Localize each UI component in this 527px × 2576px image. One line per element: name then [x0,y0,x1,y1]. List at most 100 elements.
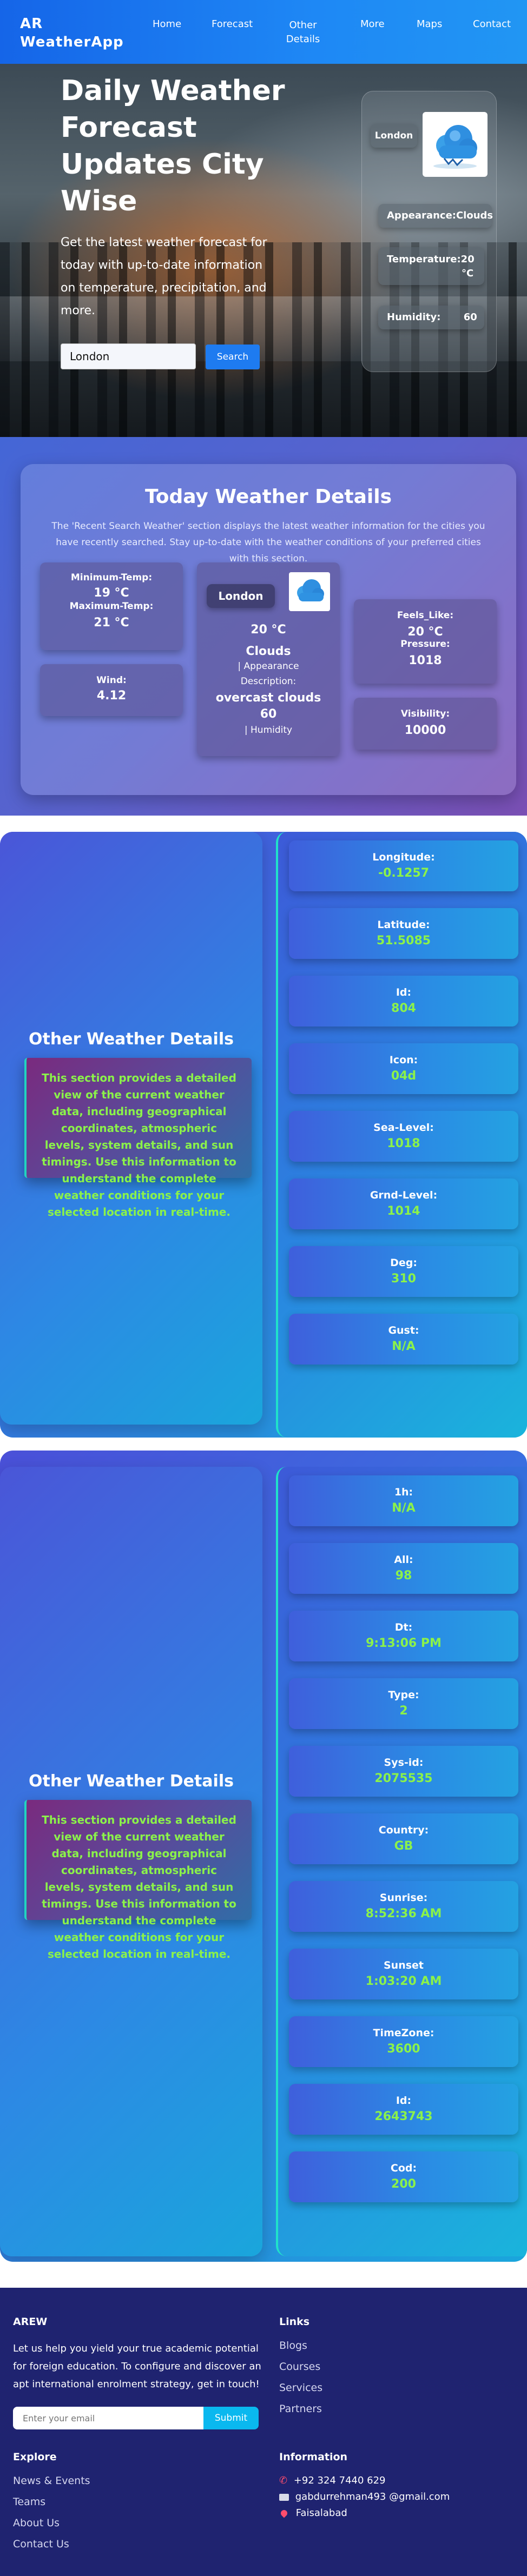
humidity-value: 60 [463,312,477,323]
detail-value: 1014 [387,1204,420,1218]
detail-value: 98 [395,1569,412,1582]
other-details-panel-2: Other Weather Details This section provi… [0,1451,527,2262]
brand-logo-text[interactable]: AR WeatherApp [20,15,124,51]
detail-label: Deg: [390,1257,417,1269]
newsletter-email-input[interactable] [13,2407,203,2429]
details-description-1: This section provides a detailed view of… [24,1058,252,1219]
footer-link-services[interactable]: Services [279,2382,322,2394]
detail-label: Type: [388,1689,419,1701]
detail-label: Cod: [390,2162,417,2174]
detail-item-sunset: Sunset 1:03:20 AM [289,1949,518,1999]
detail-value: 2 [399,1704,408,1718]
detail-value: 04d [391,1069,417,1083]
details-description-2: This section provides a detailed view of… [24,1800,252,1961]
detail-value: GB [394,1839,413,1853]
detail-item-all: All: 98 [289,1543,518,1594]
footer-email: gabdurrehman493 @gmail.com [279,2491,450,2502]
nav-link-home[interactable]: Home [153,18,181,30]
detail-label: Icon: [389,1054,418,1066]
pressure-label: Pressure: [400,639,450,650]
humidity-label: Humidity: [387,312,441,323]
feels-like-value: 20 °C [407,625,443,639]
temperature-pill: Temperature:20 °C [378,247,484,285]
nav-link-contact[interactable]: Contact [473,18,511,30]
other-details-section-2: Other Weather Details This section provi… [0,1451,527,2288]
today-weather-title: Today Weather Details [144,486,392,508]
details-heading-1: Other Weather Details [29,1030,234,1049]
max-temp-value: 21 °C [94,616,129,630]
detail-item-deg: Deg: 310 [289,1246,518,1297]
details-info-column-2: Other Weather Details This section provi… [0,1467,262,2256]
footer-link-teams[interactable]: Teams [13,2496,45,2508]
description-value: overcast clouds [215,691,321,705]
feels-pressure-box: Feels_Like: 20 °C Pressure: 1018 [354,599,497,684]
city-summary-box: London 20 °C Clouds | Appearance Descrip… [197,562,340,756]
location-text: Faisalabad [295,2507,347,2519]
detail-label: Latitude: [377,919,430,931]
footer-brand: AREW [13,2316,48,2328]
humidity-today-label: | Humidity [244,725,293,736]
min-temp-value: 19 °C [94,586,129,600]
nav-links: Home Forecast Other Details More Maps Co… [146,0,525,64]
detail-label: All: [394,1554,413,1566]
details-info-column-1: Other Weather Details This section provi… [0,832,262,1425]
appearance-label: | Appearance [238,661,299,672]
wind-value: 4.12 [96,689,127,703]
footer-explore-heading: Explore [13,2451,57,2463]
appearance-value: Clouds [246,645,291,658]
phone-icon: ✆ [279,2475,288,2486]
today-weather-subtitle: The 'Recent Search Weather' section disp… [51,521,485,564]
footer-link-contact-us[interactable]: Contact Us [13,2538,69,2550]
detail-value: 310 [391,1272,416,1286]
detail-item-longitude: Longitude: -0.1257 [289,840,518,891]
detail-item-cod: Cod: 200 [289,2151,518,2202]
footer-link-partners[interactable]: Partners [279,2403,322,2415]
appearance-pill: Appearance:Clouds [378,204,493,228]
nav-link-other-details[interactable]: Other Details [276,18,330,47]
footer-link-news-events[interactable]: News & Events [13,2475,90,2487]
detail-value: 8:52:36 AM [365,1907,442,1921]
humidity-pill: Humidity: 60 [378,306,484,329]
detail-item-icon: Icon: 04d [289,1043,518,1094]
details-heading-2: Other Weather Details [29,1772,234,1791]
cloud-weather-icon [423,112,488,177]
wind-label: Wind: [96,675,127,686]
detail-value: 9:13:06 PM [366,1637,442,1650]
detail-label: 1h: [394,1486,413,1498]
detail-value: 804 [391,1002,416,1015]
city-search-input[interactable] [61,343,196,369]
nav-link-forecast[interactable]: Forecast [212,18,253,30]
today-city-pill: London [207,584,275,608]
today-temp-value: 20 °C [251,623,286,637]
newsletter-submit-button[interactable]: Submit [203,2407,259,2429]
today-cloud-icon [289,572,330,611]
today-weather-section: Today Weather Details The 'Recent Search… [0,437,527,816]
hero-title: Daily Weather Forecast Updates City Wise [61,75,285,217]
humidity-today-value: 60 [260,707,277,721]
detail-label: Sunset [383,1959,424,1971]
detail-item-type: Type: 2 [289,1678,518,1729]
temperature-label: Temperature:20 [387,254,475,265]
visibility-box: Visibility: 10000 [354,698,497,750]
city-name-pill: London [371,124,417,148]
detail-label: Sunrise: [379,1892,428,1904]
footer-links-heading: Links [279,2316,310,2328]
detail-item-sys-id: Sys-id: 2075535 [289,1746,518,1797]
detail-item-dt: Dt: 9:13:06 PM [289,1611,518,1661]
detail-label: Sys-id: [384,1757,424,1769]
search-button[interactable]: Search [206,345,260,369]
detail-item-id: Id: 804 [289,976,518,1027]
top-navbar: AR WeatherApp Home Forecast Other Detail… [0,0,527,64]
detail-label: Country: [378,1824,429,1836]
location-pin-icon [279,2508,289,2518]
footer-link-blogs[interactable]: Blogs [279,2340,307,2352]
nav-link-more[interactable]: More [360,18,385,30]
detail-item-timezone: TimeZone: 3600 [289,2016,518,2067]
detail-item-country: Country: GB [289,1813,518,1864]
footer-link-courses[interactable]: Courses [279,2361,320,2373]
footer-link-about-us[interactable]: About Us [13,2517,60,2529]
details-values-column-1: Longitude: -0.1257 Latitude: 51.5085 Id: 80… [276,832,527,1438]
detail-label: Sea-Level: [373,1122,434,1134]
nav-link-maps[interactable]: Maps [417,18,442,30]
detail-value: 1:03:20 AM [365,1975,442,1988]
